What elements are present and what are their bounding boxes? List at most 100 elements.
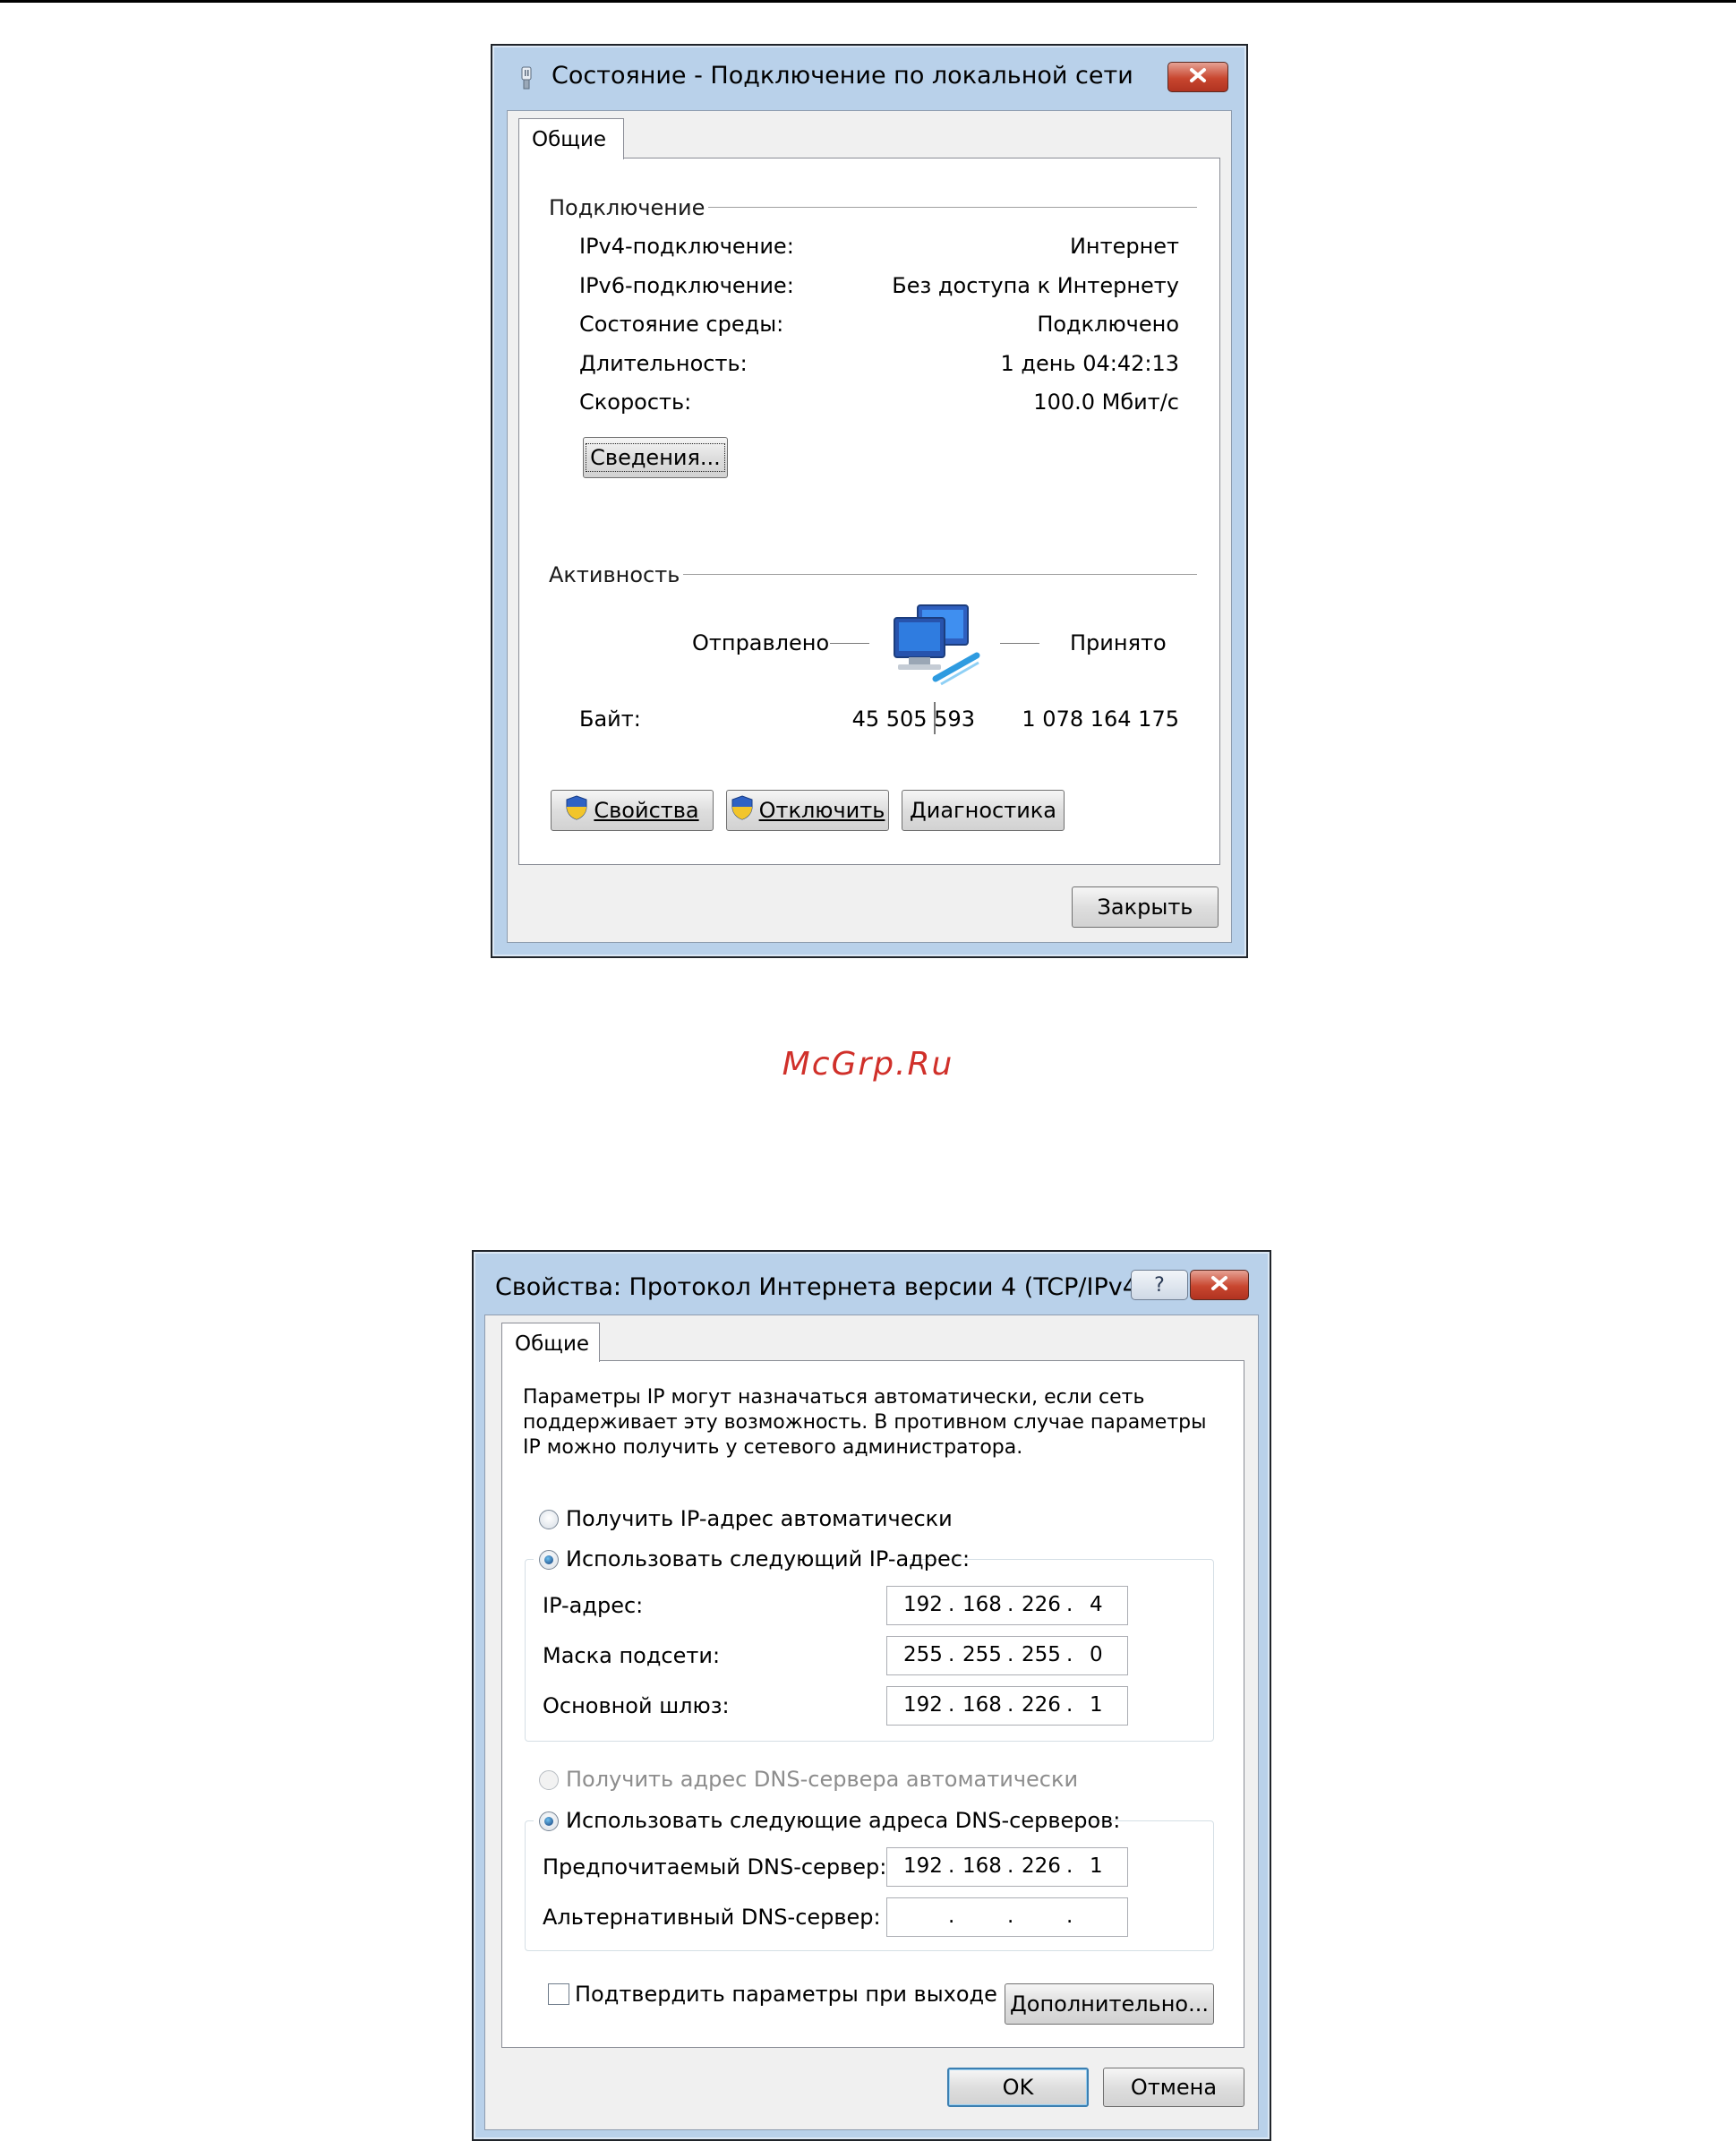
auto-dns-radio[interactable] — [539, 1770, 559, 1790]
ok-button-label: OK — [1002, 2075, 1034, 2100]
dns1-octet-2: 168 — [962, 1854, 1002, 1878]
preferred-dns-field[interactable]: 192 . 168 . 226 . 1 — [886, 1847, 1128, 1887]
dns1-octet-3: 226 — [1022, 1854, 1061, 1878]
details-button[interactable]: Сведения... — [583, 437, 728, 478]
received-label: Принято — [1070, 630, 1167, 655]
uac-shield-icon — [565, 795, 588, 826]
ip-dot: . — [1066, 1593, 1073, 1616]
status-dialog: Состояние - Подключение по локальной сет… — [491, 44, 1248, 958]
ip-dot: . — [1007, 1854, 1014, 1878]
diagnose-button[interactable]: Диагностика — [902, 790, 1065, 831]
ip-dot: . — [1007, 1593, 1014, 1616]
mask-octet-2: 255 — [962, 1643, 1002, 1666]
page-top-rule — [0, 0, 1736, 3]
ipv4-properties-dialog: Свойства: Протокол Интернета версии 4 (T… — [472, 1250, 1271, 2141]
details-button-label: Сведения... — [586, 443, 725, 472]
properties-button[interactable]: Свойства — [551, 790, 714, 831]
ip-dot: . — [948, 1854, 955, 1878]
manual-dns-radio-label[interactable]: Использовать следующие адреса DNS-сервер… — [566, 1808, 1120, 1833]
cancel-button-label: Отмена — [1130, 2075, 1218, 2100]
tab-general[interactable]: Общие — [518, 118, 624, 159]
ipv6-connectivity-value: Без доступа к Интернету — [892, 273, 1179, 298]
close-icon — [1210, 1275, 1229, 1295]
status-close-titlebar-button[interactable] — [1167, 62, 1228, 92]
cancel-button[interactable]: Отмена — [1103, 2068, 1244, 2107]
ip-address-label: IP-адрес: — [543, 1593, 644, 1618]
close-icon — [1188, 67, 1208, 87]
disable-button[interactable]: Отключить — [726, 790, 889, 831]
manual-ip-radio[interactable] — [539, 1550, 559, 1570]
validate-settings-checkbox[interactable] — [548, 1983, 569, 2005]
watermark: McGrp.Ru — [782, 1046, 954, 1083]
duration-value: 1 день 04:42:13 — [1000, 351, 1179, 376]
disable-button-label: Отключить — [758, 798, 885, 823]
help-button[interactable]: ? — [1131, 1270, 1188, 1300]
speed-label: Скорость: — [579, 390, 692, 415]
description-line-3: IP можно получить у сетевого администрат… — [523, 1436, 1023, 1459]
dns1-octet-4: 1 — [1090, 1854, 1103, 1878]
auto-ip-radio[interactable] — [539, 1510, 559, 1529]
close-button-label: Закрыть — [1097, 895, 1193, 920]
ip-dot: . — [1007, 1693, 1014, 1717]
connection-group-label: Подключение — [549, 195, 706, 220]
alternate-dns-label: Альтернативный DNS-сервер: — [543, 1905, 881, 1930]
mask-octet-4: 0 — [1090, 1643, 1103, 1666]
mask-octet-1: 255 — [903, 1643, 943, 1666]
connection-group-divider — [708, 207, 1197, 208]
gateway-field[interactable]: 192 . 168 . 226 . 1 — [886, 1686, 1128, 1726]
media-state-label: Состояние среды: — [579, 312, 784, 337]
activity-group-label: Активность — [549, 562, 680, 587]
ip-dot: . — [1007, 1643, 1014, 1666]
ip-octet-1: 192 — [903, 1593, 943, 1616]
activity-group-divider — [683, 574, 1197, 575]
ipv4-connectivity-label: IPv4-подключение: — [579, 234, 794, 259]
ip-dot: . — [1066, 1854, 1073, 1878]
gateway-label: Основной шлюз: — [543, 1693, 730, 1718]
tab-general[interactable]: Общие — [501, 1323, 600, 1362]
ok-button[interactable]: OK — [947, 2068, 1089, 2107]
bytes-label: Байт: — [579, 707, 641, 732]
speed-value: 100.0 Мбит/с — [1033, 390, 1179, 415]
ip-octet-3: 226 — [1022, 1593, 1061, 1616]
bytes-received-value: 1 078 164 175 — [1022, 707, 1179, 732]
subnet-mask-field[interactable]: 255 . 255 . 255 . 0 — [886, 1636, 1128, 1675]
gateway-octet-2: 168 — [962, 1693, 1002, 1717]
ip-dot: . — [1066, 1643, 1073, 1666]
properties-button-label: Свойства — [594, 798, 699, 823]
ipv6-connectivity-label: IPv6-подключение: — [579, 273, 794, 298]
duration-label: Длительность: — [579, 351, 748, 376]
ip-octet-2: 168 — [962, 1593, 1002, 1616]
status-client-area: Общие Подключение IPv4-подключение: Инте… — [507, 110, 1232, 943]
ip-dot: . — [948, 1643, 955, 1666]
validate-settings-label[interactable]: Подтвердить параметры при выходе — [575, 1982, 997, 2007]
ipv4-connectivity-value: Интернет — [1069, 234, 1179, 259]
bytes-divider — [934, 702, 936, 734]
received-connector-line — [1000, 643, 1039, 644]
subnet-mask-label: Маска подсети: — [543, 1643, 721, 1668]
ipv4-dialog-titlebar[interactable]: Свойства: Протокол Интернета версии 4 (T… — [474, 1252, 1270, 1316]
ipv4-client-area: Общие Параметры IP могут назначаться авт… — [484, 1315, 1259, 2130]
manual-ip-radio-label[interactable]: Использовать следующий IP-адрес: — [566, 1546, 970, 1571]
ipv4-dialog-title: Свойства: Протокол Интернета версии 4 (T… — [495, 1273, 1148, 1301]
gateway-octet-1: 192 — [903, 1693, 943, 1717]
advanced-button-label: Дополнительно... — [1010, 1991, 1209, 2017]
auto-dns-radio-label[interactable]: Получить адрес DNS-сервера автоматически — [566, 1767, 1078, 1792]
help-icon: ? — [1154, 1273, 1165, 1297]
sent-connector-line — [830, 643, 869, 644]
description-line-2: поддерживает эту возможность. В противно… — [523, 1411, 1207, 1434]
close-button[interactable]: Закрыть — [1072, 886, 1219, 928]
auto-ip-radio-label[interactable]: Получить IP-адрес автоматически — [566, 1506, 953, 1531]
ip-address-field[interactable]: 192 . 168 . 226 . 4 — [886, 1586, 1128, 1625]
network-computers-icon — [891, 602, 989, 695]
ipv4-close-titlebar-button[interactable] — [1190, 1270, 1249, 1300]
manual-dns-radio[interactable] — [539, 1811, 559, 1831]
description-line-1: Параметры IP могут назначаться автоматич… — [523, 1386, 1145, 1409]
advanced-button[interactable]: Дополнительно... — [1005, 1983, 1214, 2025]
ip-dot: . — [948, 1593, 955, 1616]
alternate-dns-field[interactable]: . . . — [886, 1897, 1128, 1937]
ip-octet-4: 4 — [1090, 1593, 1103, 1616]
status-dialog-titlebar[interactable]: Состояние - Подключение по локальной сет… — [492, 46, 1246, 110]
preferred-dns-label: Предпочитаемый DNS-сервер: — [543, 1854, 887, 1880]
mask-octet-3: 255 — [1022, 1643, 1061, 1666]
uac-shield-icon — [731, 795, 754, 826]
